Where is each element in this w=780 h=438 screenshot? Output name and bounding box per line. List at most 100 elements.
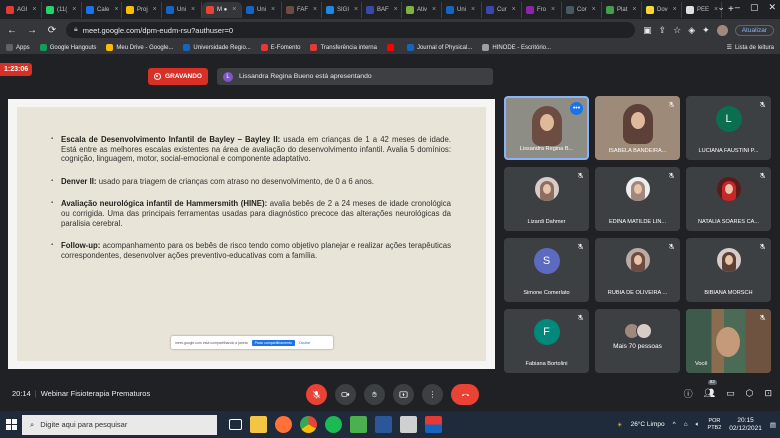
participant-tile[interactable]: NATALIA SOARES CA... (686, 167, 771, 231)
participant-tile[interactable]: S Simone Comerlato (504, 238, 589, 302)
tab-close-icon[interactable]: × (354, 6, 358, 13)
tab-close-icon[interactable]: × (632, 6, 636, 13)
tab-close-icon[interactable]: × (673, 6, 677, 13)
participant-tile[interactable]: L LUCIANA FAUSTINI P... (686, 96, 771, 160)
browser-tab[interactable]: Uni × (162, 1, 202, 18)
tab-close-icon[interactable]: × (32, 6, 36, 13)
microphone-off-button[interactable] (306, 384, 327, 405)
spotify-icon[interactable] (325, 416, 342, 433)
browser-tab[interactable]: M ● × (202, 1, 242, 18)
bookmark-item[interactable]: Meu Drive - Google... (106, 44, 173, 51)
browser-tab[interactable]: PEE × (682, 1, 722, 18)
bookmark-item[interactable]: E-Fomento (260, 44, 300, 51)
browser-tab[interactable]: Uni × (442, 1, 482, 18)
bookmark-item[interactable]: Universidade Regio... (183, 44, 251, 51)
tab-close-icon[interactable]: × (471, 6, 475, 13)
browser-tab[interactable]: Dov × (642, 1, 682, 18)
task-view-icon[interactable] (229, 419, 242, 430)
chat-icon[interactable]: ▭ (726, 388, 735, 399)
close-window-icon[interactable]: ✕ (768, 2, 776, 13)
participant-tile[interactable]: BIBIANA MORSCH (686, 238, 771, 302)
browser-tab[interactable]: Cor × (562, 1, 602, 18)
browser-tab[interactable]: Proj × (122, 1, 162, 18)
bookmark-item[interactable]: HINODE - Escritório... (482, 44, 551, 51)
participant-tile[interactable]: EDINA MATILDE LIN... (595, 167, 680, 231)
greenshot-icon[interactable] (350, 416, 367, 433)
camera-in-use-icon[interactable]: ▣ (643, 25, 652, 36)
activities-icon[interactable]: ⬡ (746, 388, 754, 399)
tray-chevron-icon[interactable]: ^ (673, 421, 676, 428)
bookmark-item[interactable] (386, 44, 397, 51)
tab-close-icon[interactable]: × (394, 6, 398, 13)
browser-tab[interactable]: (11(× (42, 1, 82, 18)
tile-options-icon[interactable]: ••• (570, 102, 583, 115)
browser-tab[interactable]: Cur × (482, 1, 522, 18)
stop-sharing-button[interactable]: Parar compartilhamento (251, 339, 295, 346)
participant-tile[interactable]: F Fabiana Bortolini (504, 309, 589, 373)
extensions-puzzle-icon[interactable]: ✦ (702, 25, 710, 36)
browser-tab[interactable]: Ativ × (402, 1, 442, 18)
profile-avatar[interactable] (716, 24, 728, 36)
participant-tile[interactable]: Você (686, 309, 771, 373)
tab-close-icon[interactable]: × (114, 6, 118, 13)
bookmark-star-icon[interactable]: ☆ (673, 25, 681, 36)
raise-hand-button[interactable]: ✋︎ (364, 384, 385, 405)
info-icon[interactable]: ⓘ (684, 387, 693, 400)
present-now-button[interactable] (393, 384, 414, 405)
network-icon[interactable]: ⌂ (684, 421, 688, 428)
maximize-icon[interactable]: ▢ (750, 2, 759, 13)
mail-icon[interactable] (400, 416, 417, 433)
participant-tile[interactable]: Mais 70 pessoas (595, 309, 680, 373)
forward-icon[interactable]: → (26, 25, 38, 36)
tab-search-icon[interactable]: ⌄ (717, 2, 725, 13)
lock-meeting-icon[interactable]: ⊡ (764, 388, 772, 399)
taskbar-search-box[interactable]: ⌕ Digite aqui para pesquisar (22, 414, 217, 435)
participant-tile[interactable]: ••• Lissandra Regina B... (504, 96, 589, 160)
chrome-icon[interactable] (300, 416, 317, 433)
more-options-button[interactable]: ⋮ (422, 384, 443, 405)
word-icon[interactable] (375, 416, 392, 433)
hide-share-bar-button[interactable]: Ocultar (299, 341, 310, 345)
participant-tile[interactable]: RÚBIA DE OLIVEIRA ... (595, 238, 680, 302)
tab-close-icon[interactable]: × (432, 6, 436, 13)
bookmark-item[interactable]: Apps (6, 44, 30, 51)
tab-close-icon[interactable]: × (512, 6, 516, 13)
bookmark-item[interactable]: Google Hangouts (39, 44, 96, 51)
address-bar[interactable]: 🔒︎ meet.google.com/dpm-eudm-rsu?authuser… (66, 22, 636, 38)
browser-tab[interactable]: Uni × (242, 1, 282, 18)
flag-app-icon[interactable] (425, 416, 442, 433)
file-explorer-icon[interactable] (250, 416, 267, 433)
participant-tile[interactable]: ISABELA BANDEIRA... (595, 96, 680, 160)
tab-close-icon[interactable]: × (191, 6, 195, 13)
participant-tile[interactable]: Lizardi Dahmer (504, 167, 589, 231)
people-button[interactable]: 👥︎ 82 (704, 380, 717, 399)
browser-tab[interactable]: Fro × (522, 1, 562, 18)
tab-close-icon[interactable]: × (271, 6, 275, 13)
extension-icon[interactable]: ◈ (688, 25, 695, 36)
weather-text[interactable]: 26°C Limpo (631, 421, 665, 428)
camera-button[interactable] (335, 384, 356, 405)
browser-tab[interactable]: FAF × (282, 1, 322, 18)
notifications-icon[interactable]: ▤ (770, 421, 776, 429)
start-button[interactable] (0, 411, 22, 438)
browser-tab[interactable]: AGI × (2, 1, 42, 18)
browser-tab[interactable]: Plat × (602, 1, 642, 18)
update-button[interactable]: Atualizar (734, 24, 774, 36)
tab-close-icon[interactable]: × (232, 6, 236, 13)
tab-close-icon[interactable]: × (592, 6, 596, 13)
browser-tab[interactable]: BAF × (362, 1, 402, 18)
tab-close-icon[interactable]: × (551, 6, 555, 13)
minimize-icon[interactable]: – (735, 2, 740, 13)
back-icon[interactable]: ← (6, 25, 18, 36)
firefox-icon[interactable] (275, 416, 292, 433)
browser-tab[interactable]: SIGI × (322, 1, 362, 18)
tab-close-icon[interactable]: × (72, 6, 76, 13)
leave-call-button[interactable] (451, 384, 479, 405)
volume-icon[interactable]: 🔈︎ (696, 421, 700, 429)
browser-tab[interactable]: Cale × (82, 1, 122, 18)
reload-icon[interactable]: ⟳ (46, 25, 58, 36)
tab-close-icon[interactable]: × (153, 6, 157, 13)
tab-close-icon[interactable]: × (313, 6, 317, 13)
bookmark-item[interactable]: Transferência interna (310, 44, 377, 51)
reading-list[interactable]: ☰ Lista de leitura (727, 44, 774, 52)
